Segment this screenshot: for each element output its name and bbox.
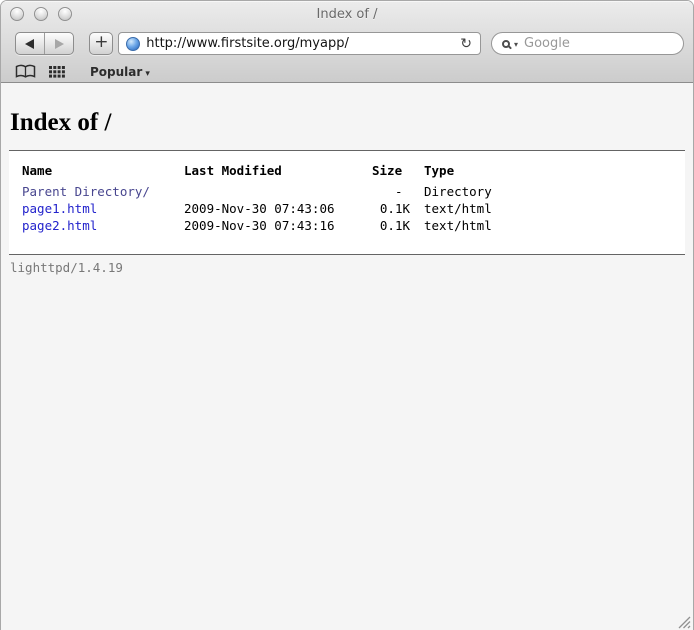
- nav-buttons: [15, 32, 74, 55]
- page-title: Index of /: [9, 83, 685, 150]
- globe-icon: [126, 37, 140, 51]
- bookmark-folder-popular[interactable]: Popular ▾: [90, 65, 150, 79]
- back-button[interactable]: [16, 33, 45, 54]
- search-field[interactable]: ▾: [491, 32, 684, 55]
- cell-size: 0.1K: [372, 200, 424, 217]
- cell-size: 0.1K: [372, 217, 424, 234]
- cell-size: -: [372, 183, 424, 200]
- cell-last-modified: [184, 183, 372, 200]
- new-tab-button[interactable]: +: [89, 32, 113, 55]
- cell-type: Directory: [424, 183, 506, 200]
- url-input[interactable]: [146, 36, 454, 51]
- directory-index-page: Index of / Name Last Modified Size Type …: [1, 83, 693, 275]
- table-header-row: Name Last Modified Size Type: [22, 162, 506, 183]
- column-header-size: Size: [372, 162, 424, 183]
- window-title: Index of /: [1, 7, 693, 22]
- directory-listing-panel: Name Last Modified Size Type Parent Dire…: [9, 150, 685, 255]
- zoom-window-icon[interactable]: [58, 7, 72, 21]
- page-viewport: Index of / Name Last Modified Size Type …: [1, 83, 693, 630]
- column-header-name: Name: [22, 162, 184, 183]
- column-header-last-modified: Last Modified: [184, 162, 372, 183]
- cell-type: text/html: [424, 217, 506, 234]
- column-header-type: Type: [424, 162, 506, 183]
- back-arrow-icon: [25, 39, 34, 49]
- search-input[interactable]: [522, 35, 673, 52]
- bookmarks-book-icon[interactable]: [15, 64, 36, 79]
- table-row: page1.html 2009-Nov-30 07:43:06 0.1K tex…: [22, 200, 506, 217]
- browser-window: Index of / + ↻ ▾: [0, 0, 694, 630]
- forward-button[interactable]: [45, 33, 74, 54]
- forward-arrow-icon: [55, 39, 64, 49]
- reload-icon[interactable]: ↻: [460, 37, 473, 51]
- minimize-window-icon[interactable]: [34, 7, 48, 21]
- search-engine-caret-icon[interactable]: ▾: [514, 40, 518, 49]
- popular-label: Popular: [90, 65, 142, 79]
- window-resize-grip[interactable]: [677, 614, 691, 628]
- cell-last-modified: 2009-Nov-30 07:43:06: [184, 200, 372, 217]
- table-row: page2.html 2009-Nov-30 07:43:16 0.1K tex…: [22, 217, 506, 234]
- cell-type: text/html: [424, 200, 506, 217]
- cell-last-modified: 2009-Nov-30 07:43:16: [184, 217, 372, 234]
- magnifier-icon: [502, 40, 510, 48]
- toolbar: + ↻ ▾: [1, 27, 693, 60]
- server-version-text: lighttpd/1.4.19: [9, 255, 685, 275]
- file-link-page2[interactable]: page2.html: [22, 218, 97, 233]
- browser-chrome: Index of / + ↻ ▾: [1, 1, 693, 83]
- table-row: Parent Directory/ - Directory: [22, 183, 506, 200]
- window-controls: [10, 7, 72, 21]
- address-bar[interactable]: ↻: [118, 32, 481, 55]
- bookmarks-bar: Popular ▾: [1, 60, 693, 83]
- file-link-page1[interactable]: page1.html: [22, 201, 97, 216]
- title-bar[interactable]: Index of /: [1, 1, 693, 27]
- directory-listing-table: Name Last Modified Size Type Parent Dire…: [22, 162, 506, 234]
- close-window-icon[interactable]: [10, 7, 24, 21]
- top-sites-grid-icon[interactable]: [49, 66, 65, 78]
- chevron-down-icon: ▾: [145, 69, 150, 79]
- parent-directory-link[interactable]: Parent Directory/: [22, 184, 150, 199]
